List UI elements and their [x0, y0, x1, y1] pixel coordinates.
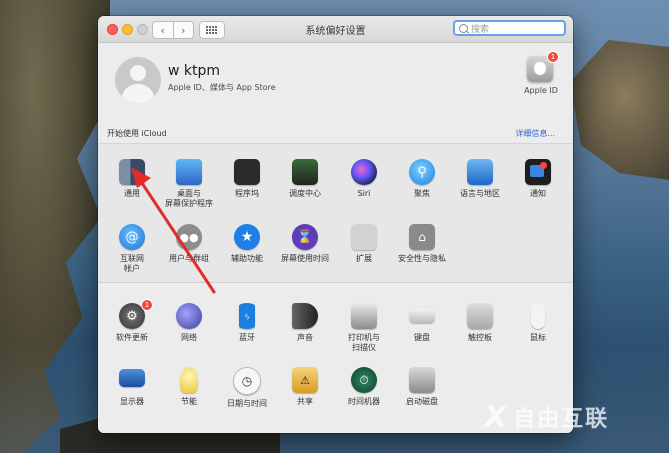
annotation-arrow-icon — [131, 167, 216, 294]
watermark-x-icon: X — [484, 399, 508, 435]
watermark: X 自由互联 — [484, 399, 656, 435]
watermark-text: 自由互联 — [513, 407, 610, 432]
